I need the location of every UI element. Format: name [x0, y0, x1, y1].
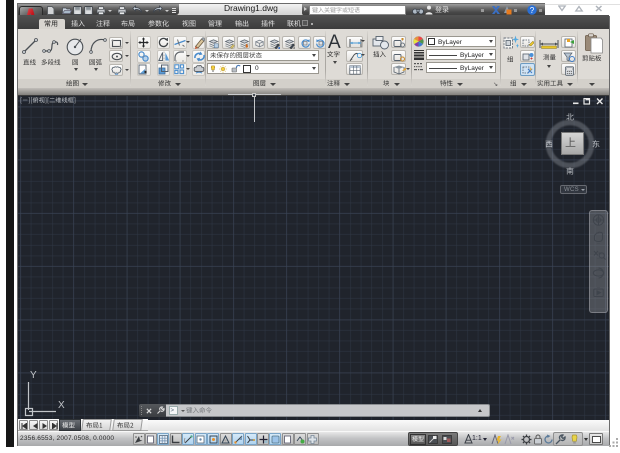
svg-text:Y: Y — [30, 370, 37, 381]
svg-text:?: ? — [530, 6, 535, 15]
svg-text:X: X — [58, 400, 65, 411]
